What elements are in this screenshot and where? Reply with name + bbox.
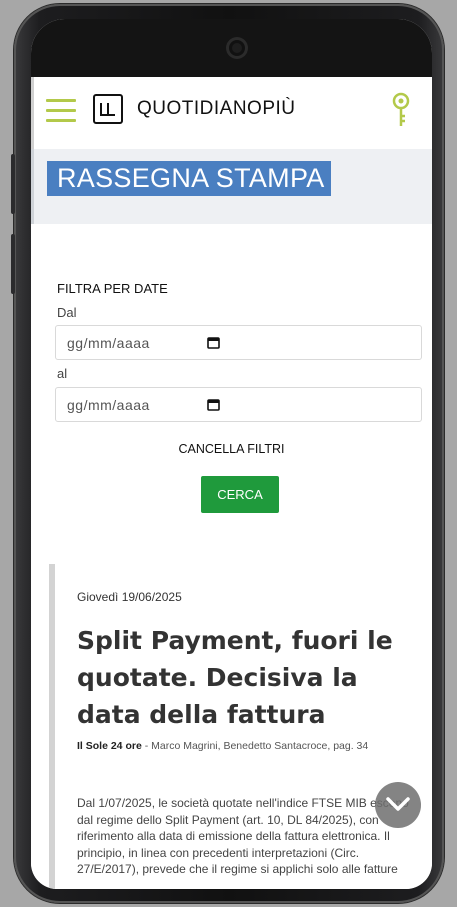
clear-filters-link[interactable]: CANCELLA FILTRI: [31, 442, 432, 456]
phone-screen: QUOTIDIANOPIÙ RASSEGNA STAMPA FILTRA PER…: [31, 19, 432, 889]
to-date-placeholder: gg/mm/aaaa: [67, 397, 150, 413]
article-source: Il Sole 24 ore - Marco Magrini, Benedett…: [77, 738, 407, 754]
article-title[interactable]: Split Payment, fuori le quotate. Decisiv…: [77, 622, 397, 733]
quotidianopiu-logo-icon[interactable]: [93, 94, 123, 124]
article-card: Giovedì 19/06/2025 Split Payment, fuori …: [49, 564, 415, 889]
article-source-name: Il Sole 24 ore: [77, 740, 142, 752]
from-date-label: Dal: [57, 305, 77, 320]
calendar-icon[interactable]: [207, 398, 220, 411]
chevron-down-icon: [386, 797, 410, 811]
search-button[interactable]: CERCA: [201, 476, 279, 513]
main-content: FILTRA PER DATE Dal gg/mm/aaaa al gg/mm/…: [31, 224, 432, 889]
phone-side-button: [11, 154, 15, 214]
article-body: Dal 1/07/2025, le società quotate nell'i…: [77, 796, 409, 876]
front-camera-icon: [226, 37, 248, 59]
from-date-input[interactable]: gg/mm/aaaa: [55, 325, 422, 360]
key-icon[interactable]: [390, 92, 412, 130]
brand-name[interactable]: QUOTIDIANOPIÙ: [137, 98, 296, 120]
page-title: RASSEGNA STAMPA: [47, 161, 331, 196]
from-date-placeholder: gg/mm/aaaa: [67, 335, 150, 351]
hamburger-menu-icon[interactable]: [46, 99, 76, 123]
calendar-icon[interactable]: [207, 336, 220, 349]
site-header: QUOTIDIANOPIÙ: [31, 77, 432, 149]
to-date-input[interactable]: gg/mm/aaaa: [55, 387, 422, 422]
article-date: Giovedì 19/06/2025: [77, 590, 182, 604]
page-title-band: RASSEGNA STAMPA: [31, 149, 432, 224]
phone-side-button: [11, 234, 15, 294]
scroll-down-button[interactable]: [375, 782, 421, 828]
article-authors: - Marco Magrini, Benedetto Santacroce, p…: [141, 740, 369, 752]
to-date-label: al: [57, 366, 68, 381]
status-bar: [31, 19, 432, 77]
filter-title: FILTRA PER DATE: [57, 281, 168, 296]
